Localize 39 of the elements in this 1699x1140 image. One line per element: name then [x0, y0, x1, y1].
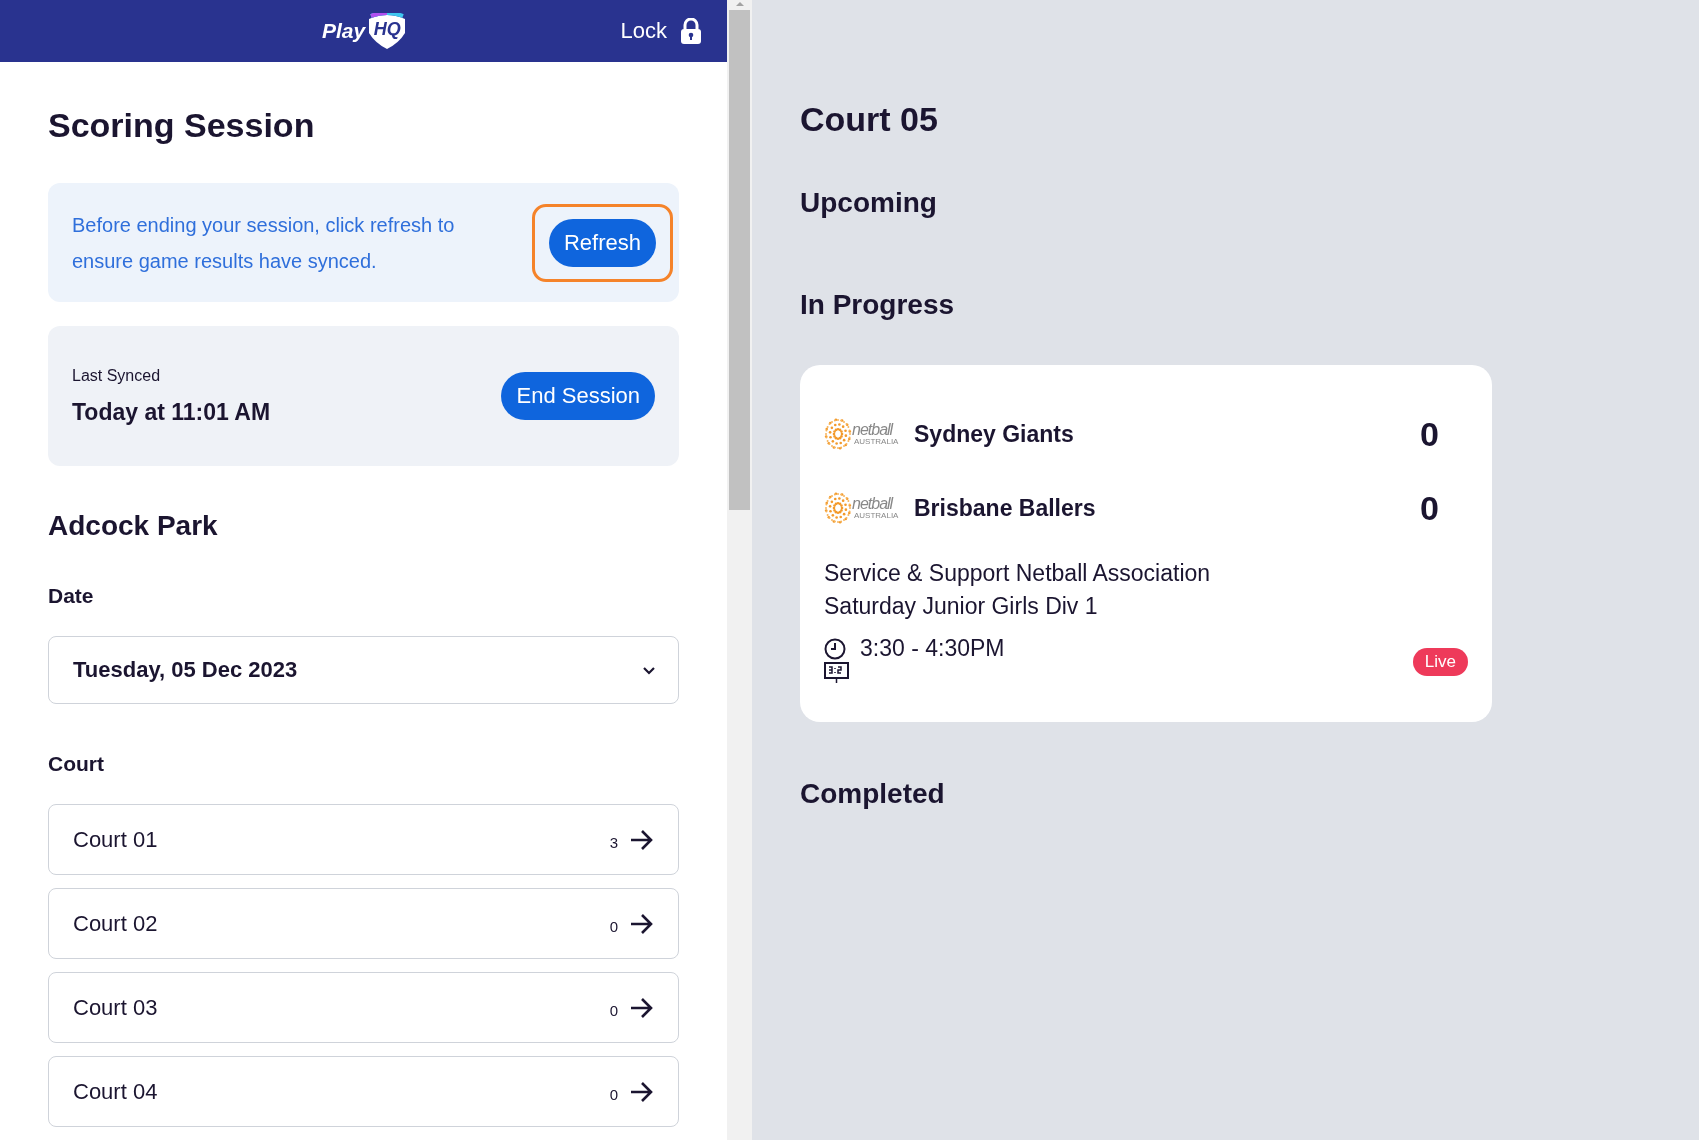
- game-time: 3:30 - 4:30PM: [860, 635, 1005, 662]
- section-title: Upcoming: [800, 187, 938, 219]
- arrow-right-icon: [630, 912, 654, 935]
- venue-title: Adcock Park: [48, 510, 219, 542]
- notice-text: Before ending your session, click refresh to ensure game results have synced.: [72, 212, 456, 274]
- competition-text: Service & Support Netball Association: [824, 559, 1212, 588]
- competition-text: Saturday Junior Girls Div 1: [824, 592, 1099, 621]
- clock-icon: [824, 637, 846, 660]
- arrow-right-icon: [630, 828, 654, 851]
- team-logo: netball AUSTRALIA: [824, 411, 914, 457]
- end-session-button[interactable]: End Session: [501, 372, 655, 420]
- court-item[interactable]: Court 01 3: [48, 804, 679, 875]
- section-title: Completed: [800, 778, 946, 810]
- lock-button[interactable]: Lock: [620, 18, 701, 44]
- refresh-button[interactable]: Refresh: [548, 218, 656, 267]
- date-select[interactable]: Tuesday, 05 Dec 2023: [48, 636, 679, 704]
- status-badge: Live: [1412, 648, 1468, 676]
- court-title: Court 05: [800, 100, 939, 139]
- team-name: Brisbane Ballers: [914, 494, 1097, 522]
- team-score: 0: [1420, 488, 1440, 528]
- app-logo[interactable]: Play HQ: [322, 13, 408, 49]
- scoreboard-icon: [824, 662, 849, 684]
- last-synced-time: Today at 11:01 AM: [72, 398, 271, 426]
- arrow-right-icon: [630, 1080, 654, 1103]
- last-synced-label: Last Synced: [72, 366, 162, 385]
- chevron-down-icon: [642, 665, 656, 675]
- team-name: Sydney Giants: [914, 420, 1075, 448]
- court-label: Court: [48, 752, 105, 776]
- lock-icon[interactable]: [681, 18, 701, 44]
- court-item[interactable]: Court 02 0: [48, 888, 679, 959]
- section-title: In Progress: [800, 289, 956, 321]
- scroll-up-icon[interactable]: [734, 0, 745, 8]
- date-label: Date: [48, 584, 95, 608]
- court-item[interactable]: Court 03 0: [48, 972, 679, 1043]
- court-item[interactable]: Court 04 0: [48, 1056, 679, 1127]
- team-score: 0: [1420, 414, 1440, 454]
- page-title: Scoring Session: [48, 106, 316, 145]
- arrow-right-icon: [630, 996, 654, 1019]
- team-logo: netball AUSTRALIA: [824, 485, 914, 531]
